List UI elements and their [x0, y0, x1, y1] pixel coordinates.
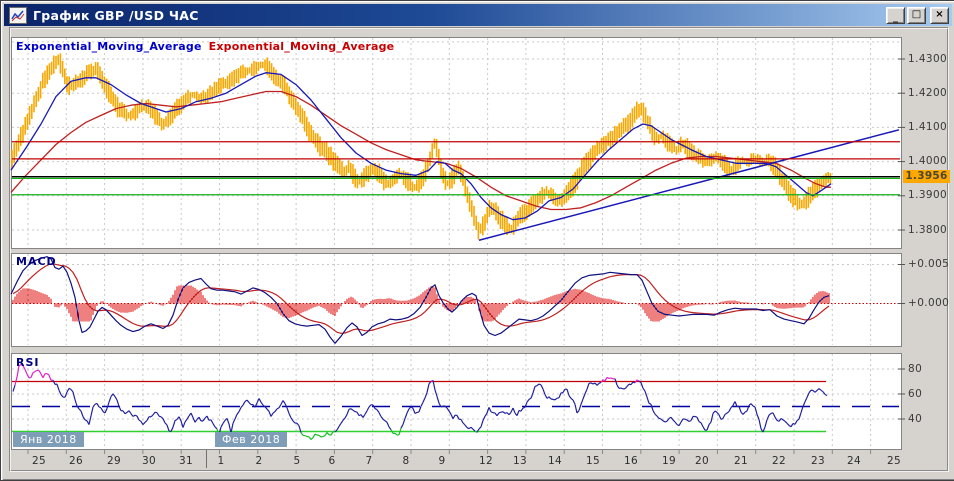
main-price-panel	[12, 38, 902, 249]
day-axis-label: 13	[506, 455, 534, 467]
rsi-panel-label: RSI	[16, 356, 40, 369]
day-axis-label: 24	[840, 455, 868, 467]
day-axis-label: 8	[392, 455, 420, 467]
day-axis-label: 1	[207, 455, 235, 467]
price-axis-label: 1.4300	[908, 53, 947, 65]
rsi-panel	[12, 354, 902, 450]
day-axis-label: 26	[62, 455, 90, 467]
day-axis-label: 23	[804, 455, 832, 467]
month-label-jan: Янв 2018	[13, 432, 84, 447]
day-axis-label: 19	[655, 455, 683, 467]
day-axis-label: 15	[579, 455, 607, 467]
macd-axis-label: +0.005	[908, 258, 949, 270]
price-axis-label: 1.4000	[908, 155, 947, 167]
macd-panel-label: MACD	[16, 255, 57, 268]
day-axis-label: 7	[355, 455, 383, 467]
day-axis-label: 14	[541, 455, 569, 467]
price-axis-label: 1.4200	[908, 87, 947, 99]
rsi-axis-label: 40	[908, 413, 922, 425]
macd-panel	[12, 254, 902, 347]
day-axis-label: 20	[688, 455, 716, 467]
indicator-legend: Exponential_Moving_Average Exponential_Mo…	[16, 40, 394, 53]
price-axis-label: 1.3800	[908, 224, 947, 236]
legend-ema-slow[interactable]: Exponential_Moving_Average	[209, 40, 395, 53]
plot-area[interactable]	[12, 354, 902, 450]
price-axis-label: 1.3900	[908, 189, 947, 201]
day-axis-label: 9	[428, 455, 456, 467]
plot-area[interactable]	[12, 38, 902, 249]
current-price-badge: 1.3956	[903, 170, 950, 183]
rsi-axis-label: 80	[908, 363, 922, 375]
day-axis-label: 31	[172, 455, 200, 467]
day-axis-label: 6	[318, 455, 346, 467]
rsi-axis-label: 60	[908, 388, 922, 400]
month-label-feb: Фев 2018	[215, 432, 287, 447]
day-axis-label: 22	[765, 455, 793, 467]
chart-window: График GBP /USD ЧАС _ □ × Exponential_Mo…	[0, 0, 954, 481]
day-axis-label: 21	[727, 455, 755, 467]
day-axis-label: 30	[135, 455, 163, 467]
price-axis-label: 1.4100	[908, 121, 947, 133]
chart-canvas[interactable]	[1, 1, 954, 480]
day-axis-label: 25	[25, 455, 53, 467]
plot-area[interactable]	[12, 254, 902, 347]
day-axis-label: 16	[617, 455, 645, 467]
day-axis-label: 2	[245, 455, 273, 467]
day-axis-label: 29	[100, 455, 128, 467]
day-axis-label: 25	[880, 455, 908, 467]
macd-axis-label: +0.000	[908, 297, 949, 309]
legend-ema-fast[interactable]: Exponential_Moving_Average	[16, 40, 202, 53]
day-axis-label: 12	[472, 455, 500, 467]
day-axis-label: 5	[283, 455, 311, 467]
